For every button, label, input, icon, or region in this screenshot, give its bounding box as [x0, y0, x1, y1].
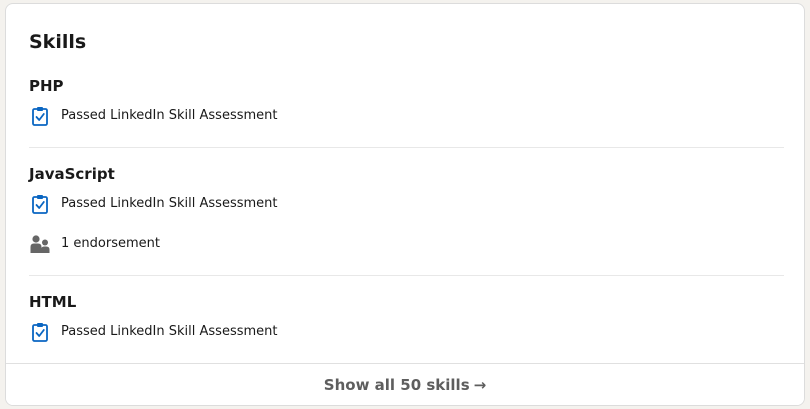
skill-item-html: HTML Passed LinkedIn Skill Assessment — [29, 292, 784, 342]
skill-name[interactable]: JavaScript — [29, 164, 784, 184]
people-icon — [29, 233, 51, 255]
section-title: Skills — [29, 31, 87, 53]
assessment-row: Passed LinkedIn Skill Assessment — [29, 105, 278, 127]
clipboard-check-icon — [29, 321, 51, 343]
clipboard-check-icon — [29, 105, 51, 127]
clipboard-check-icon — [29, 193, 51, 215]
divider — [29, 147, 784, 148]
endorsement-row[interactable]: 1 endorsement — [29, 233, 160, 255]
skills-card: Skills PHP Passed LinkedIn Skill Assessm… — [5, 3, 805, 406]
skill-name[interactable]: HTML — [29, 292, 784, 312]
assessment-row: Passed LinkedIn Skill Assessment — [29, 193, 278, 215]
skill-name[interactable]: PHP — [29, 76, 784, 96]
arrow-right-icon: → — [473, 375, 487, 394]
assessment-label: Passed LinkedIn Skill Assessment — [61, 108, 278, 123]
divider — [29, 275, 784, 276]
endorsement-count: 1 endorsement — [61, 236, 160, 251]
assessment-label: Passed LinkedIn Skill Assessment — [61, 324, 278, 339]
show-all-skills-label: Show all 50 skills — [323, 375, 470, 394]
assessment-row: Passed LinkedIn Skill Assessment — [29, 321, 278, 343]
show-all-skills-button[interactable]: Show all 50 skills → — [6, 363, 804, 405]
skill-item-javascript: JavaScript Passed LinkedIn Skill Assessm… — [29, 164, 784, 253]
skill-item-php: PHP Passed LinkedIn Skill Assessment — [29, 76, 784, 126]
assessment-label: Passed LinkedIn Skill Assessment — [61, 196, 278, 211]
